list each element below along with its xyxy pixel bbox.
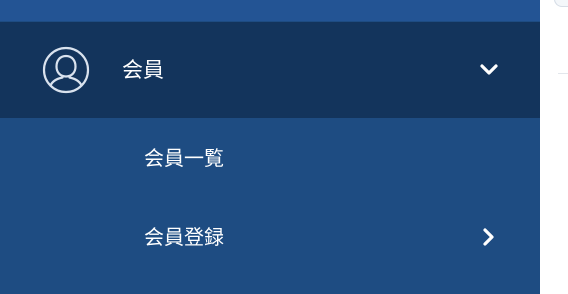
content-card-corner xyxy=(554,0,568,7)
main-content-edge xyxy=(540,0,568,294)
sidebar-previous-item[interactable] xyxy=(0,0,540,21)
sidebar-item-label: 会員登録 xyxy=(144,225,224,249)
sidebar-item-member-registration[interactable]: 会員登録 xyxy=(0,207,540,267)
app-root: 会員 会員一覧 会員登録 xyxy=(0,0,568,294)
divider xyxy=(558,73,568,74)
sidebar-item-member-list[interactable]: 会員一覧 xyxy=(0,128,540,188)
user-circle-icon xyxy=(41,45,91,95)
sidebar-group-label: 会員 xyxy=(122,58,164,82)
sidebar-group-members[interactable]: 会員 xyxy=(0,22,540,118)
sidebar-item-label: 会員一覧 xyxy=(144,146,224,170)
chevron-down-icon[interactable] xyxy=(478,61,500,79)
chevron-right-icon xyxy=(481,227,497,247)
sidebar: 会員 会員一覧 会員登録 xyxy=(0,0,540,294)
